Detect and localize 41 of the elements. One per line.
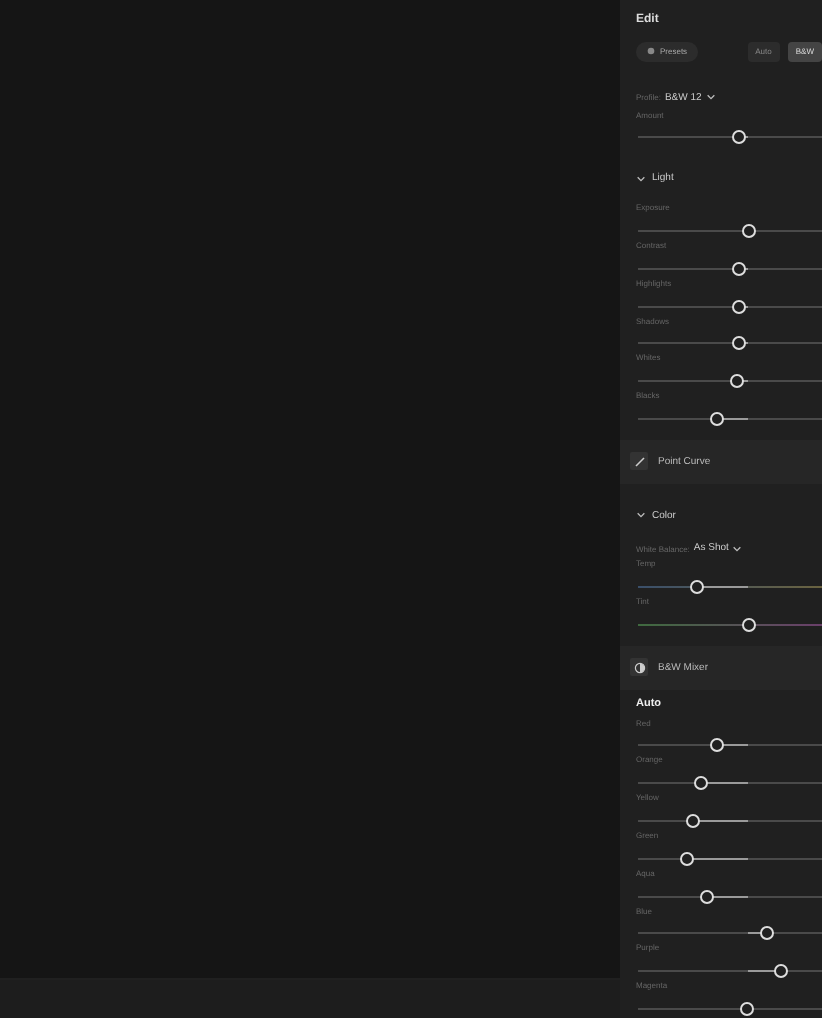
slider[interactable] — [638, 259, 822, 278]
slider-thumb[interactable] — [774, 964, 789, 979]
slider-thumb[interactable] — [741, 617, 756, 632]
slider[interactable] — [638, 578, 822, 597]
slider[interactable] — [638, 849, 822, 868]
slider-thumb[interactable] — [686, 814, 701, 828]
slider-thumb[interactable] — [732, 299, 747, 314]
slider[interactable] — [638, 736, 822, 755]
pencil-icon — [633, 455, 645, 468]
chevron-icon — [705, 92, 716, 103]
slider-thumb[interactable] — [710, 738, 725, 753]
slider-thumb[interactable] — [730, 374, 745, 389]
slider-thumb[interactable] — [680, 851, 695, 866]
slider-thumb[interactable] — [710, 411, 725, 426]
chevron-icon — [636, 510, 646, 521]
slider-thumb[interactable] — [741, 223, 756, 238]
slider-thumb[interactable] — [693, 776, 708, 791]
slider-thumb[interactable] — [732, 130, 747, 145]
slider-thumb[interactable] — [732, 261, 747, 276]
slider[interactable] — [638, 372, 822, 391]
slider-thumb[interactable] — [739, 1001, 754, 1016]
contrast-icon — [633, 661, 645, 674]
slider-thumb[interactable] — [700, 889, 715, 904]
slider[interactable] — [638, 924, 822, 943]
slider[interactable] — [638, 128, 822, 147]
slider[interactable] — [638, 409, 822, 428]
slider[interactable] — [638, 297, 822, 316]
slider[interactable] — [638, 887, 822, 906]
slider[interactable] — [638, 334, 822, 353]
slider[interactable] — [638, 812, 822, 830]
slider-thumb[interactable] — [689, 580, 704, 595]
slider[interactable] — [638, 221, 822, 240]
slider-thumb[interactable] — [759, 926, 774, 941]
slider[interactable] — [638, 615, 822, 634]
chevron-icon — [732, 543, 743, 554]
presets-icon — [646, 46, 656, 57]
slider[interactable] — [638, 774, 822, 793]
slider[interactable] — [638, 962, 822, 981]
chevron-icon — [636, 173, 646, 184]
slider[interactable] — [638, 999, 822, 1018]
slider-thumb[interactable] — [732, 336, 747, 351]
